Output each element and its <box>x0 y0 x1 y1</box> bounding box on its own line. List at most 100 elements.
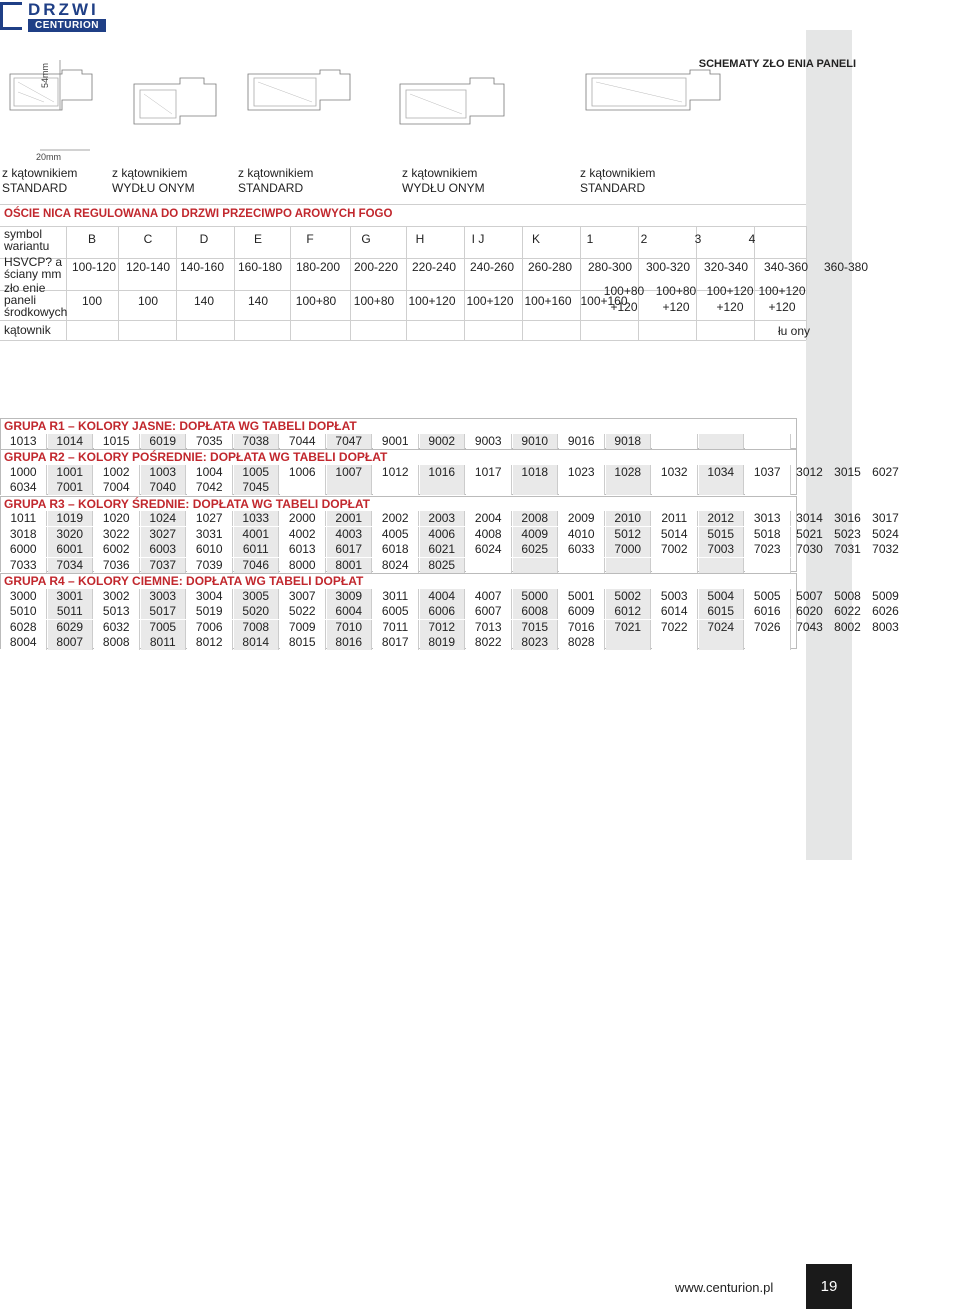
color-code: 5020 <box>242 604 270 618</box>
color-code: 7015 <box>521 619 549 634</box>
color-code: 6032 <box>102 619 130 634</box>
color-code: 7009 <box>288 619 316 634</box>
color-code: 9018 <box>614 433 642 448</box>
color-code: 8008 <box>102 635 130 649</box>
color-cell-bg <box>652 433 698 449</box>
profile-label-line2: STANDARD <box>580 181 646 195</box>
panel-combination-value: +120 <box>716 300 744 314</box>
color-code: 5005 <box>753 588 781 603</box>
color-row: 1000 1001 1002 1003 1004 1005 1006 1007 1012 1016… <box>0 464 960 480</box>
color-code: 5008 <box>834 588 861 603</box>
color-code: 7043 <box>796 619 823 634</box>
color-code: 8015 <box>288 635 316 649</box>
panel-combination-value: 100+120 <box>706 284 754 298</box>
color-cell-bg <box>419 480 465 495</box>
color-row: 6034 7001 7004 7040 7042 7045 <box>0 480 960 495</box>
color-code: 7039 <box>195 557 223 572</box>
spec-row-label-line: ściany mm <box>4 267 62 281</box>
color-code: 1004 <box>195 464 223 479</box>
color-code: 6016 <box>753 604 781 618</box>
color-code: 3018 <box>9 526 37 541</box>
color-code: 5022 <box>288 604 316 618</box>
color-code: 7016 <box>567 619 595 634</box>
color-code: 6001 <box>56 542 84 556</box>
color-cell-bg <box>373 480 419 495</box>
color-code: 9016 <box>567 433 595 448</box>
color-code: 1018 <box>521 464 549 479</box>
color-code: 7034 <box>56 557 84 572</box>
logo-text-top: DRZWI <box>28 0 99 19</box>
color-code: 6027 <box>872 464 899 479</box>
color-code: 1006 <box>288 464 316 479</box>
color-code: 3002 <box>102 588 130 603</box>
panel-combination-value: 100+80 <box>603 284 645 298</box>
dim-horizontal-label: 20mm <box>36 152 62 162</box>
variant-symbol: G <box>361 232 371 246</box>
logo-mark-icon <box>0 2 22 30</box>
page-number: 19 <box>820 1278 838 1295</box>
color-code: 4001 <box>242 526 270 541</box>
color-row: 3018 3020 3022 3027 3031 4001 4002 4003 4005 4006… <box>0 526 960 542</box>
profile-label-line1: z kątownikiem <box>2 166 78 180</box>
color-cell-bg <box>745 480 791 495</box>
color-cell-bg <box>605 635 651 650</box>
wall-thickness-value: 260-280 <box>527 260 573 274</box>
color-code: 5015 <box>707 526 735 541</box>
color-code: 7033 <box>9 557 37 572</box>
color-code: 3016 <box>834 511 861 525</box>
color-code: 6014 <box>660 604 688 618</box>
color-code: 7010 <box>335 619 363 634</box>
wall-thickness-value: 200-220 <box>353 260 399 274</box>
color-code: 7008 <box>242 619 270 634</box>
color-code: 3015 <box>834 464 861 479</box>
spec-table-hline <box>0 226 806 227</box>
color-code: 5017 <box>149 604 177 618</box>
wall-thickness-value: 140-160 <box>179 260 225 274</box>
color-code: 6015 <box>707 604 735 618</box>
color-code: 5010 <box>9 604 37 618</box>
wall-thickness-value: 360-380 <box>823 260 869 274</box>
color-code: 5000 <box>521 588 549 603</box>
color-code: 9003 <box>474 433 502 448</box>
color-code: 1023 <box>567 464 595 479</box>
color-code: 6025 <box>521 542 549 556</box>
panel-combination-value: 100+120 <box>758 284 806 298</box>
color-code: 1002 <box>102 464 130 479</box>
color-code: 1037 <box>753 464 781 479</box>
color-code: 6033 <box>567 542 595 556</box>
variant-symbol: D <box>199 232 209 246</box>
color-code: 6028 <box>9 619 37 634</box>
color-row: 3000 3001 3002 3003 3004 3005 3007 3009 3011 4004… <box>0 588 960 604</box>
color-code: 1001 <box>56 464 84 479</box>
color-code: 7022 <box>660 619 688 634</box>
color-code: 4009 <box>521 526 549 541</box>
color-cell-bg <box>512 557 558 573</box>
profile-label-line2: WYDŁU ONYM <box>112 181 195 195</box>
profile-label-4: z kątownikiem WYDŁU ONYM <box>402 166 485 196</box>
color-code: 3003 <box>149 588 177 603</box>
color-code: 6017 <box>335 542 363 556</box>
color-cell-bg <box>280 480 326 495</box>
color-code: 4008 <box>474 526 502 541</box>
panel-combination-value: 100+160 <box>524 294 572 308</box>
color-code: 1013 <box>9 433 37 448</box>
color-code: 3007 <box>288 588 316 603</box>
variant-symbol: 1 <box>586 232 594 246</box>
color-code: 5001 <box>567 588 595 603</box>
color-code: 8001 <box>335 557 363 572</box>
profile-label-line2: STANDARD <box>2 181 68 195</box>
color-code: 7036 <box>102 557 130 572</box>
color-row: 1013 1014 1015 6019 7035 7038 7044 7047 9001 9002… <box>0 433 960 449</box>
color-cell-bg <box>466 557 512 573</box>
profile-label-1: z kątownikiem STANDARD <box>2 166 77 196</box>
color-code: 1027 <box>195 511 223 525</box>
variant-symbol: 2 <box>640 232 648 246</box>
color-code: 5013 <box>102 604 130 618</box>
color-code: 3013 <box>753 511 781 525</box>
color-code: 5003 <box>660 588 688 603</box>
color-code: 8024 <box>381 557 409 572</box>
color-code: 8012 <box>195 635 223 649</box>
color-code: 2004 <box>474 511 502 525</box>
profile-label-line1: z kątownikiem <box>238 166 314 180</box>
color-code: 3027 <box>149 526 177 541</box>
